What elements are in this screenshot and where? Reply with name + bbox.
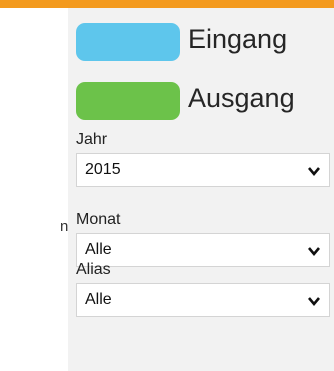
legend-label-eingang: Eingang [188,24,288,54]
jahr-label: Jahr [76,131,108,148]
left-strip: n [0,8,68,371]
alias-label: Alias [76,261,111,278]
legend-swatch-ausgang [76,82,180,120]
alias-value: Alle [85,291,112,308]
alias-dropdown[interactable]: Alle [76,283,330,317]
chevron-down-icon [308,297,320,307]
jahr-value: 2015 [85,161,121,178]
legend-swatch-eingang [76,23,180,61]
chevron-down-icon [308,247,320,257]
top-accent-bar [0,0,334,8]
jahr-dropdown[interactable]: 2015 [76,153,330,187]
legend-label-ausgang: Ausgang [188,83,295,113]
chevron-down-icon [308,167,320,177]
monat-label: Monat [76,211,121,228]
monat-dropdown[interactable]: Alle [76,233,330,267]
monat-value: Alle [85,241,112,258]
filter-panel: Eingang Ausgang Jahr 2015 Monat Alle Ali… [68,8,334,371]
